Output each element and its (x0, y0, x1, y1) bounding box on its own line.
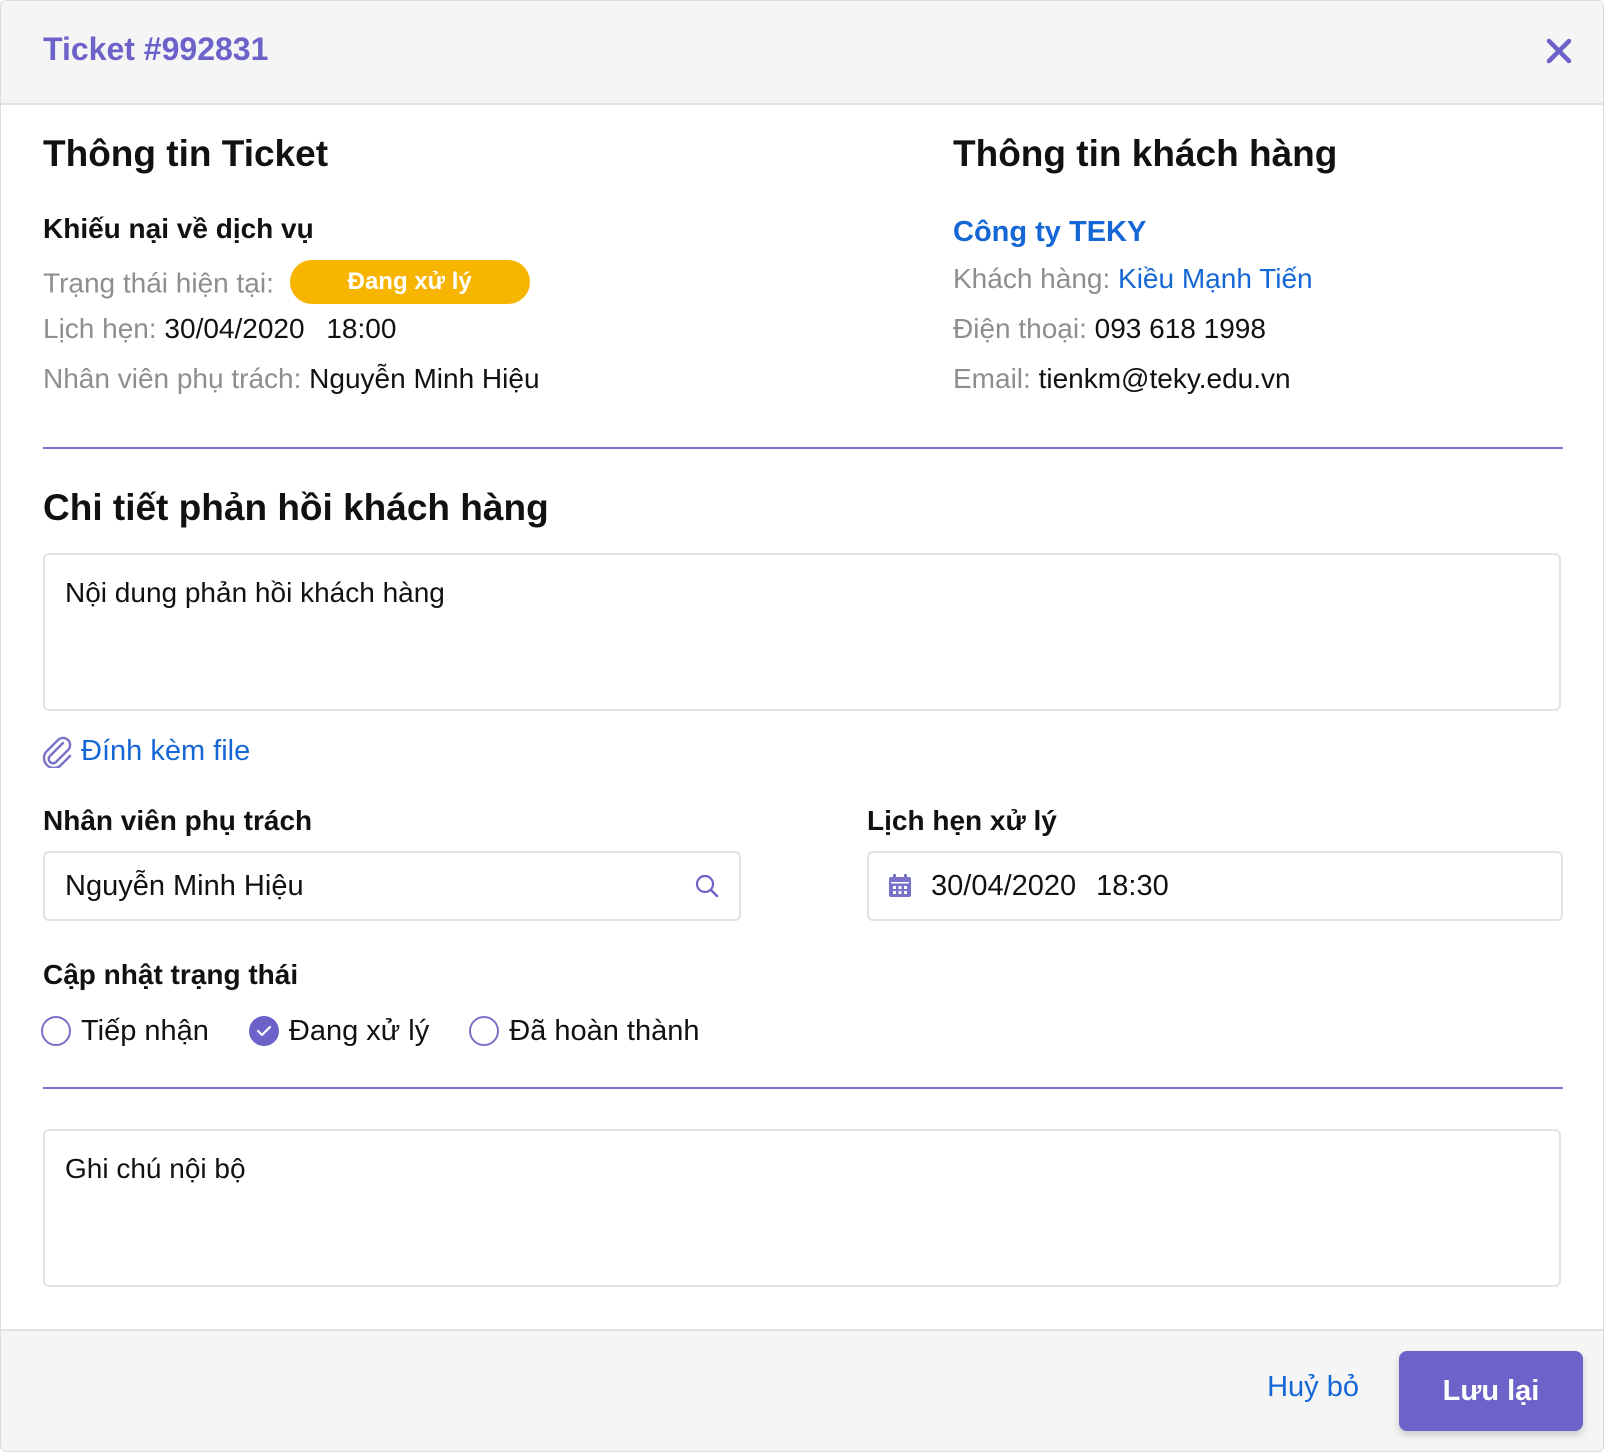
phone-label: Điện thoại: (953, 313, 1087, 344)
email-value: tienkm@teky.edu.vn (1038, 363, 1291, 394)
modal-header: Ticket #992831 (1, 1, 1603, 105)
radio-label: Tiếp nhận (81, 1014, 209, 1047)
company-link[interactable]: Công ty TEKY (953, 216, 1146, 249)
attach-file-label: Đính kèm file (81, 734, 251, 767)
attach-file-link[interactable]: Đính kèm file (41, 731, 250, 771)
modal-footer: Huỷ bỏ Lưu lại (1, 1329, 1603, 1451)
schedule-field-label: Lịch hẹn xử lý (867, 805, 1057, 836)
close-button[interactable] (1543, 35, 1575, 67)
staff-search-input[interactable]: Nguyễn Minh Hiệu (43, 851, 741, 921)
staff-field-label: Nhân viên phụ trách (43, 805, 313, 836)
appointment-label: Lịch hẹn: (43, 313, 157, 344)
ticket-category: Khiếu nại về dịch vụ (43, 213, 314, 244)
appointment-date: 30/04/2020 (164, 313, 305, 344)
check-icon (256, 1025, 272, 1037)
status-radio-group: Tiếp nhận Đang xử lý Đã hoàn thành (41, 1011, 740, 1051)
customer-info-heading: Thông tin khách hàng (953, 133, 1338, 174)
radio-label: Đang xử lý (288, 1014, 430, 1047)
search-icon[interactable] (693, 872, 721, 900)
radio-dang-xu-ly[interactable]: Đang xử lý (248, 1014, 430, 1048)
radio-da-hoan-thanh[interactable]: Đã hoàn thành (469, 1014, 700, 1048)
section-divider (43, 1087, 1563, 1089)
appointment-time: 18:00 (326, 313, 397, 344)
staff-row: Nhân viên phụ trách: Nguyễn Minh Hiệu (43, 363, 540, 395)
radio-circle[interactable] (41, 1016, 71, 1046)
phone-row: Điện thoại: 093 618 1998 (953, 313, 1266, 345)
status-update-label: Cập nhật trạng thái (43, 959, 299, 990)
status-badge: Đang xử lý (289, 260, 530, 304)
appointment-row: Lịch hẹn: 30/04/2020 18:00 (43, 313, 396, 345)
feedback-heading: Chi tiết phản hồi khách hàng (43, 487, 549, 528)
customer-row: Khách hàng: Kiều Mạnh Tiến (953, 263, 1313, 295)
staff-label: Nhân viên phụ trách: (43, 363, 302, 394)
ticket-title: Ticket #992831 (43, 31, 269, 67)
paperclip-icon (42, 736, 72, 768)
schedule-date-value: 30/04/2020 (931, 869, 1077, 902)
radio-tiep-nhan[interactable]: Tiếp nhận (41, 1015, 209, 1048)
staff-value: Nguyễn Minh Hiệu (309, 363, 540, 394)
radio-circle[interactable] (469, 1016, 500, 1046)
customer-name-link[interactable]: Kiều Mạnh Tiến (1118, 263, 1313, 294)
staff-input-value: Nguyễn Minh Hiệu (65, 869, 304, 902)
cancel-button[interactable]: Huỷ bỏ (1267, 1371, 1359, 1404)
schedule-datetime-input[interactable]: 30/04/2020 18:30 (867, 851, 1563, 921)
schedule-time-value: 18:30 (1096, 869, 1169, 902)
radio-circle-checked[interactable] (248, 1016, 279, 1046)
customer-label: Khách hàng: (953, 263, 1111, 294)
ticket-info-heading: Thông tin Ticket (43, 133, 329, 174)
feedback-content-textarea[interactable]: Nội dung phản hồi khách hàng (43, 553, 1561, 711)
internal-note-textarea[interactable]: Ghi chú nội bộ (43, 1129, 1561, 1287)
save-button[interactable]: Lưu lại (1399, 1351, 1583, 1431)
calendar-icon (889, 874, 911, 897)
phone-value: 093 618 1998 (1094, 313, 1266, 344)
radio-label: Đã hoàn thành (509, 1014, 700, 1047)
email-row: Email: tienkm@teky.edu.vn (953, 363, 1291, 395)
close-icon (1546, 38, 1572, 64)
email-label: Email: (953, 363, 1031, 394)
ticket-modal: Ticket #992831 Thông tin Ticket Khiếu nạ… (0, 0, 1604, 1452)
current-status-label: Trạng thái hiện tại: (43, 267, 274, 299)
current-status-row: Trạng thái hiện tại: Đang xử lý (43, 260, 530, 307)
section-divider (43, 447, 1563, 449)
